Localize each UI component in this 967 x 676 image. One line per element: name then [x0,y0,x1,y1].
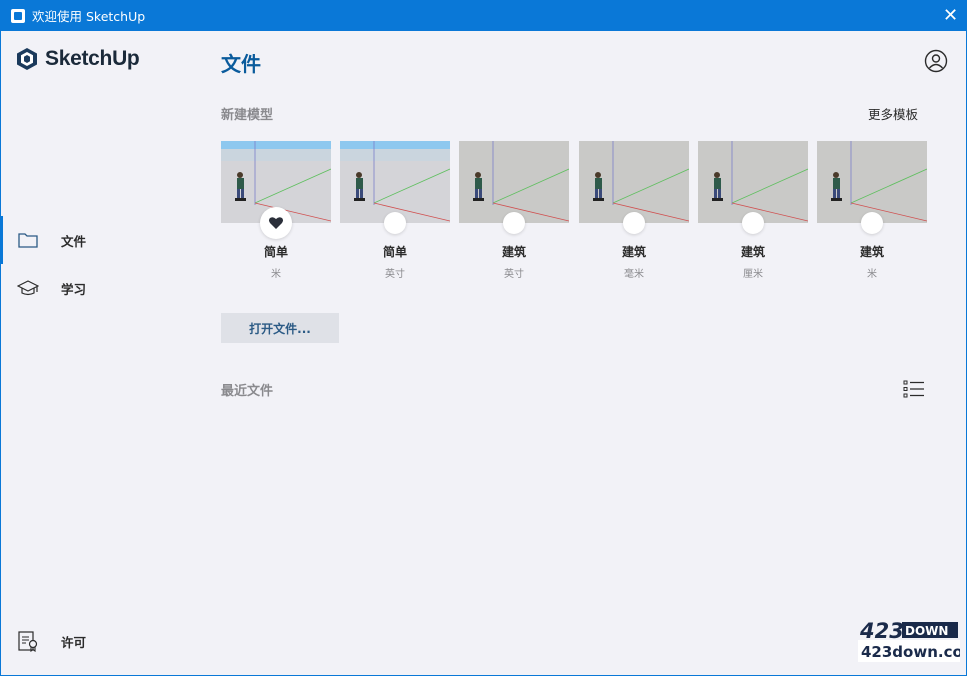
template-name: 简单 [382,245,407,259]
favorite-heart-button[interactable] [260,207,292,239]
watermark-logo: 423 DOWN 423down.com [858,618,960,664]
folder-icon [18,233,38,248]
sketchup-logo: SketchUp [15,47,140,71]
graduation-cap-icon [17,280,39,296]
template-card[interactable]: 建筑 英寸 [459,141,569,280]
template-unit: 英寸 [385,269,405,280]
sidebar-item-label: 文件 [61,233,87,249]
watermark-down: DOWN [905,624,948,638]
template-card[interactable]: 建筑 厘米 [698,141,808,280]
list-view-icon[interactable] [903,379,925,399]
sidebar-item-files[interactable]: 文件 [0,216,200,264]
template-unit: 毫米 [624,269,644,280]
template-card[interactable]: 简单 英寸 [340,141,450,280]
favorite-toggle-button[interactable] [742,212,764,234]
template-unit: 米 [867,269,877,280]
sidebar-item-learn[interactable]: 学习 [0,264,200,312]
template-thumbnail [579,141,689,223]
favorite-toggle-button[interactable] [503,212,525,234]
template-card[interactable]: 建筑 毫米 [579,141,689,280]
template-name: 建筑 [621,245,646,259]
template-thumbnail [817,141,927,223]
sidebar: SketchUp 文件 学习 许可 [0,31,200,676]
favorite-toggle-button[interactable] [384,212,406,234]
template-unit: 厘米 [743,269,763,280]
new-model-heading: 新建模型 [221,108,274,123]
template-card[interactable]: 简单米 [221,141,331,280]
watermark-number: 423 [859,619,904,643]
template-name: 建筑 [859,245,884,259]
watermark-domain: 423down.com [861,643,960,661]
sketchup-logo-icon [17,48,37,70]
template-unit: 米 [271,269,281,280]
user-account-icon[interactable] [924,49,948,73]
window-title: 欢迎使用 SketchUp [32,9,146,24]
sketchup-app-icon [11,8,25,23]
open-file-button[interactable]: 打开文件... [221,313,339,343]
template-thumbnail [698,141,808,223]
close-button[interactable]: ✕ [934,0,967,31]
sidebar-item-label: 学习 [61,281,87,297]
template-thumbnail [340,141,450,223]
license-icon [18,631,38,652]
template-name: 建筑 [501,245,526,259]
logo-text: SketchUp [45,47,140,70]
title-bar: 欢迎使用 SketchUp ✕ [0,0,967,31]
recent-files-heading: 最近文件 [221,384,274,399]
page-title: 文件 [221,52,261,76]
favorite-toggle-button[interactable] [861,212,883,234]
template-name: 建筑 [740,245,765,259]
favorite-toggle-button[interactable] [623,212,645,234]
template-thumbnail [459,141,569,223]
more-templates-link[interactable]: 更多模板 [868,104,918,123]
template-name: 简单 [263,245,288,259]
template-unit: 英寸 [504,269,524,280]
heart-icon [269,217,283,229]
template-card[interactable]: 建筑米 [817,141,927,280]
sidebar-item-label: 许可 [61,634,87,650]
sidebar-item-license[interactable]: 许可 [0,617,200,665]
